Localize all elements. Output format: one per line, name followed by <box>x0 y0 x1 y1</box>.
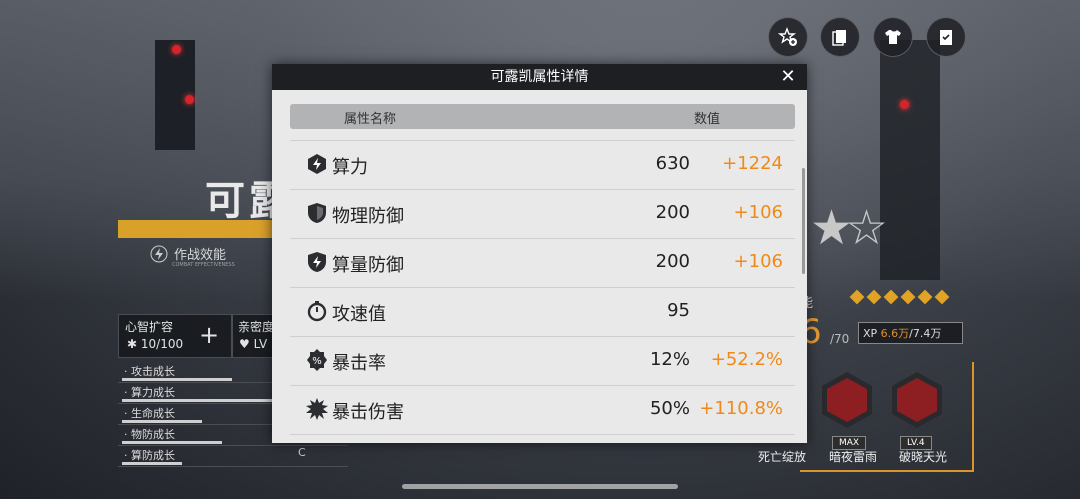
xp-current: 6.6万 <box>880 327 910 340</box>
attr-label: 暴击伤害 <box>332 402 404 423</box>
mind-expand-value: ✱ 10/100 <box>127 337 184 351</box>
attribute-detail-dialog: 可露凯属性详情 ✕ 属性名称 数值 算力 630 +1224 物理防御 200 … <box>272 64 807 443</box>
clipboard-check-icon <box>940 30 952 45</box>
diamond-icon <box>934 289 950 305</box>
percent-badge-icon: % <box>307 349 327 371</box>
attr-bonus: +106 <box>733 202 783 223</box>
home-indicator[interactable] <box>402 484 678 489</box>
attribute-list[interactable]: 算力 630 +1224 物理防御 200 +106 算量防御 200 +106… <box>290 140 795 443</box>
rank-diamonds <box>849 289 950 305</box>
table-row: 攻速值 95 <box>290 287 795 336</box>
stopwatch-icon <box>307 301 327 322</box>
lightning-icon <box>150 245 168 262</box>
skill-name: 破晓天光 <box>899 450 948 464</box>
combat-label: 作战效能 <box>174 248 227 263</box>
shirt-icon <box>885 30 901 44</box>
skill-icon-2[interactable] <box>822 372 876 432</box>
lightning-shield-icon <box>308 252 326 272</box>
diamond-icon <box>866 289 882 305</box>
dialog-header: 可露凯属性详情 ✕ <box>272 64 807 90</box>
favorite-add-button[interactable] <box>768 17 808 57</box>
checklist-button[interactable] <box>926 17 966 57</box>
growth-row: · 算防成长 <box>118 446 348 467</box>
tower-light <box>172 45 181 54</box>
growth-grade: C <box>298 446 306 459</box>
combat-effectiveness: 作战效能 COMBAT EFFECTIVENESS <box>150 244 235 268</box>
skill-icon-3[interactable] <box>892 372 946 432</box>
star-plus-icon <box>778 27 797 46</box>
diamond-icon <box>917 289 933 305</box>
skill-name: 暗夜雷雨 <box>829 450 878 464</box>
name-underline <box>118 220 278 238</box>
document-icon <box>832 30 846 46</box>
attr-label: 攻速值 <box>332 304 386 325</box>
close-button[interactable]: ✕ <box>775 64 801 90</box>
svg-text:%: % <box>312 356 322 367</box>
column-value-header: 数值 <box>694 112 721 127</box>
xp-total: /7.4万 <box>909 327 942 340</box>
attr-label: 物理防御 <box>332 206 404 227</box>
attr-label: 算量防御 <box>332 255 404 276</box>
xp-bar: XP 6.6万/7.4万 <box>858 322 963 344</box>
lightning-shield-icon <box>308 154 326 174</box>
attr-base: 95 <box>667 300 690 321</box>
attr-label: 算力 <box>332 157 368 178</box>
background-tower-right <box>880 40 940 280</box>
attr-base: 200 <box>655 251 690 272</box>
combat-sub: COMBAT EFFECTIVENESS <box>172 262 235 268</box>
attr-bonus: +106 <box>733 251 783 272</box>
diamond-icon <box>883 289 899 305</box>
diamond-icon <box>900 289 916 305</box>
diamond-icon <box>849 289 865 305</box>
table-header: 属性名称 数值 <box>290 104 795 129</box>
xp-label: XP <box>863 327 878 340</box>
star-rating-icon: ★☆ <box>810 200 888 256</box>
plus-icon[interactable]: + <box>199 321 219 349</box>
attr-base: 630 <box>655 153 690 174</box>
table-row: 暴击伤害 50% +110.8% <box>290 385 795 434</box>
table-row: 算力 630 +1224 <box>290 140 795 189</box>
shield-icon <box>308 203 326 223</box>
attr-label: 暴击率 <box>332 353 386 374</box>
table-row-partial <box>290 434 795 443</box>
attr-base: 200 <box>655 202 690 223</box>
dialog-title: 可露凯属性详情 <box>490 69 589 85</box>
attr-base: 12% <box>649 349 690 370</box>
table-row: % 暴击率 12% +52.2% <box>290 336 795 385</box>
table-row: 算量防御 200 +106 <box>290 238 795 287</box>
files-button[interactable] <box>820 17 860 57</box>
burst-icon <box>306 398 328 420</box>
table-row: 物理防御 200 +106 <box>290 189 795 238</box>
attr-base: 50% <box>649 398 690 419</box>
mind-expand-panel[interactable]: 心智扩容 ✱ 10/100 + <box>118 314 232 358</box>
mind-expand-label: 心智扩容 <box>125 320 174 334</box>
attr-bonus: +52.2% <box>710 349 783 370</box>
affinity-value: ♥ LV <box>239 337 268 351</box>
skill-name: 死亡绽放 <box>758 450 807 464</box>
tower-light <box>185 95 194 104</box>
level-max: /70 <box>830 332 850 346</box>
attr-bonus: +110.8% <box>699 398 783 419</box>
attr-bonus: +1224 <box>722 153 783 174</box>
tower-light <box>900 100 909 109</box>
close-icon: ✕ <box>780 66 796 87</box>
outfit-button[interactable] <box>873 17 913 57</box>
column-name-header: 属性名称 <box>344 112 397 127</box>
scrollbar[interactable] <box>802 168 805 274</box>
